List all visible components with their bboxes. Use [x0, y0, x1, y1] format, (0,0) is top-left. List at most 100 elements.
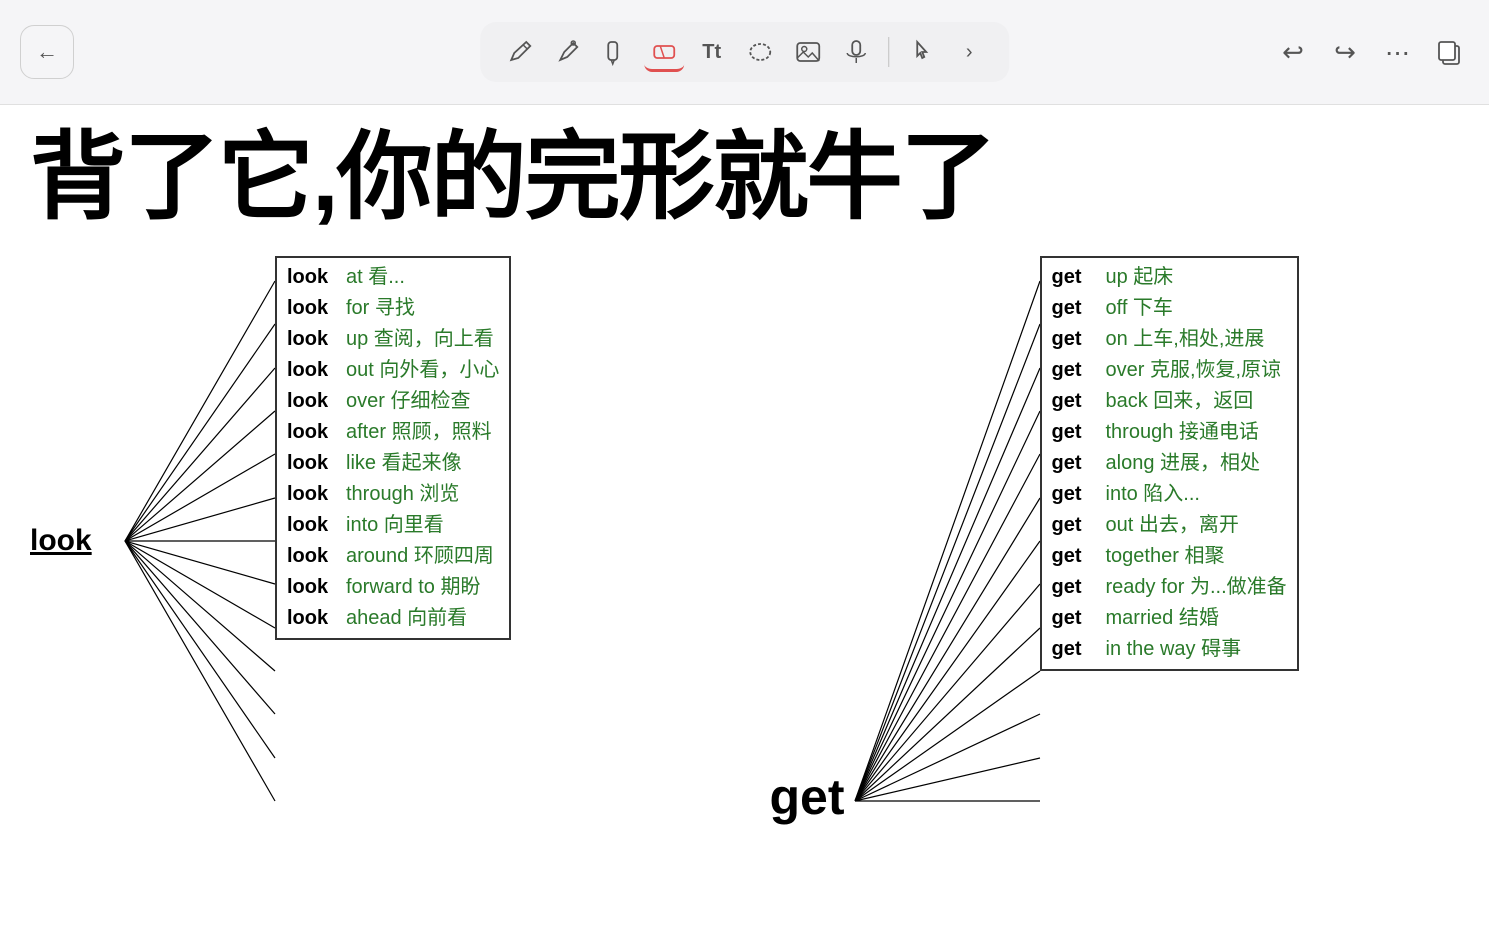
get-row: getback 回来，返回 — [1052, 386, 1287, 417]
undo-button[interactable]: ↩ — [1273, 32, 1313, 72]
get-phrase: together 相聚 — [1106, 541, 1225, 572]
pen-tool[interactable] — [548, 32, 588, 72]
look-phrase: forward to 期盼 — [346, 572, 480, 603]
text-tool[interactable]: Tt — [692, 32, 732, 72]
get-phrase: back 回来，返回 — [1106, 386, 1254, 417]
look-phrase: up 查阅，向上看 — [346, 324, 494, 355]
look-row: lookaround 环顾四周 — [287, 541, 499, 572]
get-phrase: on 上车,相处,进展 — [1106, 324, 1265, 355]
look-phrase: ahead 向前看 — [346, 603, 467, 634]
look-base-word: look — [287, 293, 342, 324]
look-base-word: look — [287, 386, 342, 417]
right-column: get getup 起床getoff 下车geton 上车,相处,进展getov… — [760, 256, 1460, 826]
look-row: lookthrough 浏览 — [287, 479, 499, 510]
look-phrase: through 浏览 — [346, 479, 459, 510]
look-phrase: like 看起来像 — [346, 448, 462, 479]
get-phrase: along 进展，相处 — [1106, 448, 1261, 479]
get-phrases-box: getup 起床getoff 下车geton 上车,相处,进展getover 克… — [1040, 256, 1299, 671]
get-base-word: get — [1052, 541, 1102, 572]
look-row: lookup 查阅，向上看 — [287, 324, 499, 355]
get-phrase: up 起床 — [1106, 262, 1174, 293]
redo-button[interactable]: ↪ — [1325, 32, 1365, 72]
look-base-word: look — [287, 572, 342, 603]
get-base-word: get — [1052, 355, 1102, 386]
get-phrase: ready for 为...做准备 — [1106, 572, 1287, 603]
look-base-word: look — [287, 262, 342, 293]
look-row: lookafter 照顾，照料 — [287, 417, 499, 448]
get-phrase: off 下车 — [1106, 293, 1173, 324]
toolbar-center: Tt — [480, 22, 1010, 82]
look-base-word: look — [287, 603, 342, 634]
get-row: gettogether 相聚 — [1052, 541, 1287, 572]
get-base-word: get — [1052, 293, 1102, 324]
pencil-tool[interactable] — [500, 32, 540, 72]
get-phrase: out 出去，离开 — [1106, 510, 1239, 541]
columns-container: look — [30, 256, 1459, 826]
left-anchor-word: look — [30, 524, 92, 558]
get-base-word: get — [1052, 262, 1102, 293]
get-base-word: get — [1052, 324, 1102, 355]
get-base-word: get — [1052, 510, 1102, 541]
get-row: getthrough 接通电话 — [1052, 417, 1287, 448]
eraser-tool[interactable] — [644, 32, 684, 72]
marker-tool[interactable] — [596, 32, 636, 72]
look-phrase: at 看... — [346, 262, 405, 293]
look-base-word: look — [287, 510, 342, 541]
get-phrase: over 克服,恢复,原谅 — [1106, 355, 1282, 386]
get-row: getinto 陷入... — [1052, 479, 1287, 510]
get-phrase: into 陷入... — [1106, 479, 1200, 510]
look-row: lookover 仔细检查 — [287, 386, 499, 417]
get-base-word: get — [1052, 603, 1102, 634]
get-row: getoff 下车 — [1052, 293, 1287, 324]
get-phrase: married 结婚 — [1106, 603, 1219, 634]
get-base-word: get — [1052, 572, 1102, 603]
look-row: lookfor 寻找 — [287, 293, 499, 324]
image-tool[interactable] — [788, 32, 828, 72]
look-phrases-box: lookat 看...lookfor 寻找lookup 查阅，向上看lookou… — [275, 256, 511, 640]
get-row: getready for 为...做准备 — [1052, 572, 1287, 603]
get-row: getmarried 结婚 — [1052, 603, 1287, 634]
get-base-word: get — [1052, 417, 1102, 448]
pointer-tool[interactable] — [901, 32, 941, 72]
look-row: lookat 看... — [287, 262, 499, 293]
toolbar-right: ↩ ↪ ··· — [1273, 32, 1469, 72]
get-row: getin the way 碍事 — [1052, 634, 1287, 665]
back-icon: ← — [36, 39, 58, 65]
get-phrase: through 接通电话 — [1106, 417, 1259, 448]
mic-tool[interactable] — [836, 32, 876, 72]
get-row: getover 克服,恢复,原谅 — [1052, 355, 1287, 386]
get-base-word: get — [1052, 634, 1102, 665]
lasso-tool[interactable] — [740, 32, 780, 72]
get-base-word: get — [1052, 448, 1102, 479]
more-tools-button[interactable]: › — [949, 32, 989, 72]
get-base-word: get — [1052, 386, 1102, 417]
toolbar-left: ← — [20, 25, 74, 79]
get-base-word: get — [1052, 479, 1102, 510]
look-base-word: look — [287, 417, 342, 448]
look-base-word: look — [287, 355, 342, 386]
look-base-word: look — [287, 324, 342, 355]
right-anchor-word: get — [770, 768, 845, 826]
back-button[interactable]: ← — [20, 25, 74, 79]
look-row: lookforward to 期盼 — [287, 572, 499, 603]
look-row: lookahead 向前看 — [287, 603, 499, 634]
more-options-button[interactable]: ··· — [1377, 32, 1417, 72]
look-row: lookinto 向里看 — [287, 510, 499, 541]
toolbar-divider — [888, 37, 890, 67]
toolbar: ← — [0, 0, 1489, 105]
copy-button[interactable] — [1429, 32, 1469, 72]
look-phrase: into 向里看 — [346, 510, 444, 541]
get-row: geton 上车,相处,进展 — [1052, 324, 1287, 355]
look-base-word: look — [287, 479, 342, 510]
get-row: getalong 进展，相处 — [1052, 448, 1287, 479]
look-row: lookout 向外看，小心 — [287, 355, 499, 386]
look-base-word: look — [287, 541, 342, 572]
look-phrase: out 向外看，小心 — [346, 355, 499, 386]
get-phrase: in the way 碍事 — [1106, 634, 1242, 665]
look-row: looklike 看起来像 — [287, 448, 499, 479]
look-phrase: after 照顾，照料 — [346, 417, 492, 448]
look-phrase: around 环顾四周 — [346, 541, 494, 572]
left-column: look — [30, 256, 730, 826]
get-row: getout 出去，离开 — [1052, 510, 1287, 541]
main-content: 背了它,你的完形就牛了 look — [0, 105, 1489, 931]
